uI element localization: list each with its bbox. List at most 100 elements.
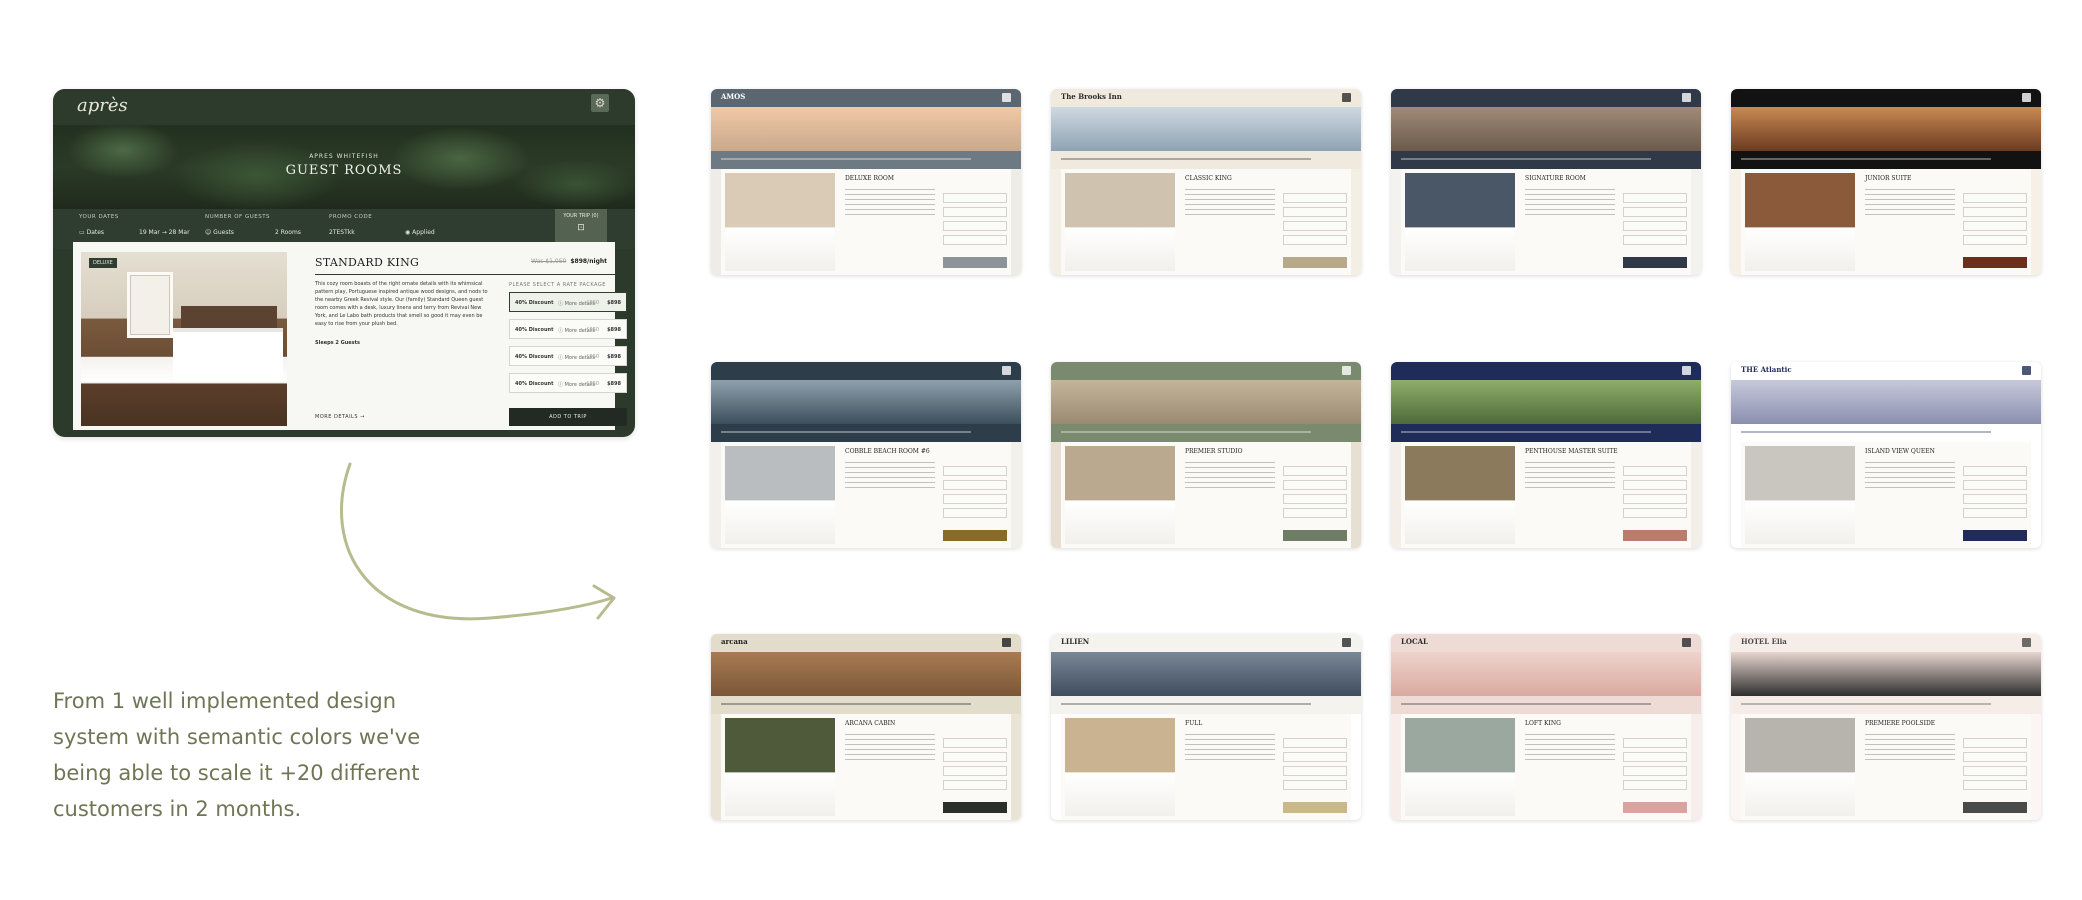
customer-thumbnail[interactable]: SIGNATURE ROOM [1391, 89, 1701, 275]
thumbnail-search-bar [711, 424, 1021, 442]
thumbnail-hero [711, 107, 1021, 151]
thumbnail-rate-option [1623, 494, 1687, 504]
gear-icon [1682, 638, 1691, 647]
thumbnail-add-button [1623, 530, 1687, 541]
thumbnail-rate-option [1963, 207, 2027, 217]
thumbnail-room-description [1865, 734, 1955, 762]
customer-thumbnail[interactable]: LOCAL LOFT KING [1391, 634, 1701, 820]
thumbnail-room-panel: LOFT KING [1401, 714, 1691, 820]
customer-thumbnail[interactable]: PREMIER STUDIO [1051, 362, 1361, 548]
thumbnail-room-panel: JUNIOR SUITE [1741, 169, 2031, 275]
dates-range[interactable]: 19 Mar → 28 Mar [139, 229, 190, 236]
thumbnail-hero [1391, 107, 1701, 151]
thumbnail-room-title: JUNIOR SUITE [1865, 175, 1912, 182]
thumbnail-top-bar: LOCAL [1391, 634, 1701, 652]
guests-label: NUMBER OF GUESTS [205, 214, 271, 220]
more-details-link[interactable]: MORE DETAILS → [315, 414, 365, 420]
thumbnail-hero [1051, 107, 1361, 151]
thumbnail-room-description [1185, 734, 1275, 762]
gear-icon [1002, 93, 1011, 102]
info-icon: ⓘ [558, 382, 565, 388]
customer-thumbnail[interactable]: AMOS DELUXE ROOM [711, 89, 1021, 275]
thumbnail-rate-option [1623, 738, 1687, 748]
hero-title: GUEST ROOMS [285, 163, 403, 178]
rate-option[interactable]: 40% Discount ⓘ More details $950 $898 [509, 346, 627, 366]
thumbnail-rate-option [943, 207, 1007, 217]
thumbnail-room-title: COBBLE BEACH ROOM #6 [845, 448, 930, 455]
thumbnail-search-fields [1401, 703, 1651, 705]
thumbnail-rate-option [1963, 766, 2027, 776]
thumbnail-room-title: ARCANA CABIN [845, 720, 896, 727]
thumbnail-rate-option [1963, 235, 2027, 245]
rate-option[interactable]: 40% Discount ⓘ More details $950 $898 [509, 319, 627, 339]
thumbnail-rate-option [1283, 207, 1347, 217]
thumbnail-room-title: ISLAND VIEW QUEEN [1865, 448, 1935, 455]
thumbnail-rate-option [1283, 494, 1347, 504]
featured-top-bar: après ⚙ [53, 89, 635, 125]
gear-icon[interactable]: ⚙ [591, 94, 609, 112]
thumbnail-room-title: SIGNATURE ROOM [1525, 175, 1586, 182]
thumbnail-search-bar [1051, 424, 1361, 442]
room-photo[interactable]: DELUXE [81, 252, 287, 426]
promo-input[interactable]: 2TESTkk [329, 229, 355, 236]
thumbnail-rate-option [1623, 207, 1687, 217]
thumbnail-hero [1731, 380, 2041, 424]
thumbnail-rate-option [1963, 738, 2027, 748]
customer-thumbnail[interactable]: THE Atlantic ISLAND VIEW QUEEN [1731, 362, 2041, 548]
guests-field[interactable]: ☺ Guests [205, 229, 234, 236]
thumbnail-top-bar: arcana [711, 634, 1021, 652]
room-capacity: Sleeps 2 Guests [315, 340, 361, 346]
thumbnail-rate-option [1283, 766, 1347, 776]
customer-thumbnail[interactable]: The Brooks Inn CLASSIC KING [1051, 89, 1361, 275]
customer-thumbnail[interactable]: LILIEN FULL [1051, 634, 1361, 820]
rate-option[interactable]: 40% Discount ⓘ More details $950 $898 [509, 373, 627, 393]
customer-thumbnail[interactable]: arcana ARCANA CABIN [711, 634, 1021, 820]
caption-text: From 1 well implemented design system wi… [53, 689, 421, 821]
thumbnail-search-fields [1741, 158, 1991, 160]
dates-field[interactable]: ▭ Dates [79, 229, 104, 236]
thumbnail-rate-option [1963, 752, 2027, 762]
info-icon: ⓘ [558, 301, 565, 307]
featured-logo[interactable]: après [77, 95, 128, 116]
gear-icon [1682, 366, 1691, 375]
thumbnail-room-description [845, 734, 935, 762]
thumbnail-search-fields [1061, 431, 1311, 433]
thumbnail-room-description [1185, 462, 1275, 490]
thumbnail-rate-option [1283, 508, 1347, 518]
add-to-trip-button[interactable]: ADD TO TRIP [509, 408, 627, 426]
customer-thumbnail[interactable]: HOTEL Ella PREMIERE POOLSIDE [1731, 634, 2041, 820]
thumbnail-rate-option [1283, 235, 1347, 245]
thumbnail-search-fields [1401, 431, 1651, 433]
thumbnail-rate-option [1283, 738, 1347, 748]
thumbnail-rate-option [1623, 752, 1687, 762]
promo-status: ◉ Applied [405, 229, 435, 236]
thumbnail-search-bar [1731, 151, 2041, 169]
thumbnail-room-description [1865, 462, 1955, 490]
rooms-count[interactable]: 2 Rooms [275, 229, 301, 236]
thumbnail-rate-option [943, 193, 1007, 203]
promo-label: PROMO CODE [329, 214, 373, 220]
thumbnail-room-panel: PENTHOUSE MASTER SUITE [1401, 442, 1691, 548]
room-window [127, 272, 173, 338]
rate-price: $950 $898 [586, 381, 621, 387]
rate-price: $950 $898 [586, 354, 621, 360]
customer-thumbnail[interactable]: COBBLE BEACH ROOM #6 [711, 362, 1021, 548]
room-bed [173, 332, 283, 380]
rate-name: 40% Discount [515, 381, 554, 387]
gear-icon [1002, 366, 1011, 375]
room-price: Was $1,050 $898/night [531, 258, 607, 265]
featured-booking-screen: après ⚙ APRES WHITEFISH GUEST ROOMS YOUR… [53, 89, 635, 437]
thumbnail-rate-option [1623, 193, 1687, 203]
thumbnail-add-button [1963, 802, 2027, 813]
thumbnail-room-description [1525, 462, 1615, 490]
featured-hero: APRES WHITEFISH GUEST ROOMS [53, 125, 635, 209]
customer-thumbnail[interactable]: JUNIOR SUITE [1731, 89, 2041, 275]
thumbnail-rate-option [1623, 480, 1687, 490]
thumbnail-room-description [845, 462, 935, 490]
thumbnail-search-fields [721, 158, 971, 160]
thumbnail-top-bar [1391, 89, 1701, 107]
room-title: STANDARD KING [315, 256, 420, 269]
rate-option[interactable]: 40% Discount ⓘ More details $950 $898 [509, 292, 627, 312]
thumbnail-logo: The Brooks Inn [1061, 92, 1122, 101]
customer-thumbnail[interactable]: PENTHOUSE MASTER SUITE [1391, 362, 1701, 548]
